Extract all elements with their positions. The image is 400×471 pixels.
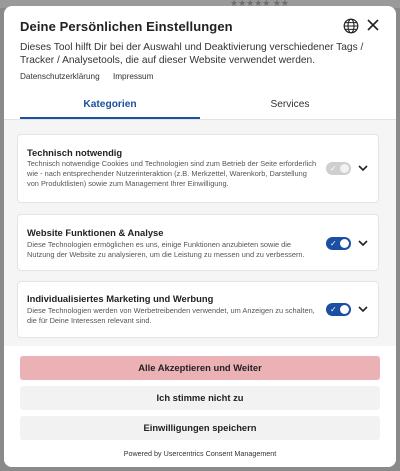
chevron-down-icon[interactable]	[357, 162, 369, 174]
check-icon: ✓	[330, 164, 337, 173]
tab-bar: Kategorien Services	[4, 92, 396, 120]
tab-services[interactable]: Services	[200, 92, 380, 118]
active-tab-indicator	[20, 117, 200, 119]
close-icon[interactable]	[365, 17, 381, 33]
check-icon: ✓	[330, 305, 337, 314]
modal-footer: Alle Akzeptieren und Weiter Ich stimme n…	[4, 346, 396, 467]
category-card-marketing: Individualisiertes Marketing und Werbung…	[17, 281, 379, 338]
category-description: Diese Technologien werden von Werbetreib…	[27, 306, 315, 325]
save-consents-button[interactable]: Einwilligungen speichern	[20, 416, 380, 440]
category-card-essential: Technisch notwendig Technisch notwendige…	[17, 134, 379, 203]
category-description: Technisch notwendige Cookies und Technol…	[27, 159, 317, 188]
accept-all-button[interactable]: Alle Akzeptieren und Weiter	[20, 356, 380, 380]
category-title: Technisch notwendig	[27, 147, 123, 158]
deny-button[interactable]: Ich stimme nicht zu	[20, 386, 380, 410]
powered-by-text: Powered by Usercentrics Consent Manageme…	[123, 449, 277, 458]
toggle-knob	[340, 305, 349, 314]
category-card-analytics: Website Funktionen & Analyse Diese Techn…	[17, 214, 379, 271]
check-icon: ✓	[330, 239, 337, 248]
category-toggle-essential[interactable]: ✓	[326, 162, 351, 175]
toggle-knob	[340, 239, 349, 248]
modal-title: Deine Persönlichen Einstellungen	[20, 19, 233, 34]
modal-header: Deine Persönlichen Einstellungen Dieses …	[4, 6, 396, 124]
imprint-link[interactable]: Impressum	[113, 72, 154, 81]
globe-icon[interactable]	[343, 18, 359, 34]
toggle-knob	[340, 164, 349, 173]
category-title: Website Funktionen & Analyse	[27, 227, 164, 238]
modal-description: Dieses Tool hilft Dir bei der Auswahl un…	[20, 42, 364, 66]
chevron-down-icon[interactable]	[357, 237, 369, 249]
consent-modal: Deine Persönlichen Einstellungen Dieses …	[4, 6, 396, 467]
legal-links: Datenschutzerklärung Impressum	[20, 72, 164, 81]
categories-list[interactable]: Technisch notwendig Technisch notwendige…	[4, 120, 396, 346]
tab-categories[interactable]: Kategorien	[20, 92, 200, 118]
chevron-down-icon[interactable]	[357, 303, 369, 315]
privacy-policy-link[interactable]: Datenschutzerklärung	[20, 72, 100, 81]
category-description: Diese Technologien ermöglichen es uns, e…	[27, 240, 305, 259]
category-toggle-marketing[interactable]: ✓	[326, 303, 351, 316]
category-title: Individualisiertes Marketing und Werbung	[27, 293, 214, 304]
category-toggle-analytics[interactable]: ✓	[326, 237, 351, 250]
